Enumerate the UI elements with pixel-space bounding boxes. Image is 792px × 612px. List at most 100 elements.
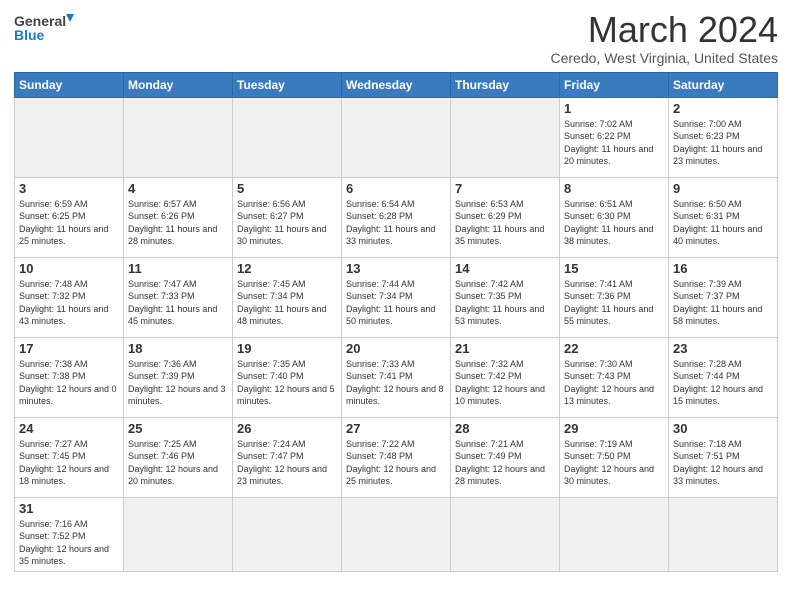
day-info: Sunrise: 7:22 AM Sunset: 7:48 PM Dayligh…	[346, 438, 446, 488]
day-info: Sunrise: 6:54 AM Sunset: 6:28 PM Dayligh…	[346, 198, 446, 248]
day-number: 24	[19, 421, 119, 436]
calendar-cell-5-4	[451, 497, 560, 571]
day-number: 5	[237, 181, 337, 196]
day-number: 30	[673, 421, 773, 436]
calendar-cell-2-5: 15Sunrise: 7:41 AM Sunset: 7:36 PM Dayli…	[560, 257, 669, 337]
day-number: 21	[455, 341, 555, 356]
day-number: 9	[673, 181, 773, 196]
header-wednesday: Wednesday	[342, 72, 451, 97]
day-number: 26	[237, 421, 337, 436]
calendar-cell-0-2	[233, 97, 342, 177]
calendar-cell-3-1: 18 Sunrise: 7:36 AM Sunset: 7:39 PM Dayli…	[124, 337, 233, 417]
calendar-cell-5-0: 31 Sunrise: 7:16 AM Sunset: 7:52 PM Dayli…	[15, 497, 124, 571]
day-number: 16	[673, 261, 773, 276]
calendar-cell-3-2: 19Sunrise: 7:35 AM Sunset: 7:40 PM Dayli…	[233, 337, 342, 417]
title-block: March 2024 Ceredo, West Virginia, United…	[551, 10, 779, 66]
svg-text:Blue: Blue	[14, 27, 45, 43]
calendar-cell-1-6: 9 Sunrise: 6:50 AM Sunset: 6:31 PM Daylig…	[669, 177, 778, 257]
header-friday: Friday	[560, 72, 669, 97]
day-number: 20	[346, 341, 446, 356]
header-sunday: Sunday	[15, 72, 124, 97]
calendar-cell-3-0: 17 Sunrise: 7:38 AM Sunset: 7:38 PM Dayli…	[15, 337, 124, 417]
calendar-cell-2-6: 16 Sunrise: 7:39 AM Sunset: 7:37 PM Dayli…	[669, 257, 778, 337]
day-info: Sunrise: 6:51 AM Sunset: 6:30 PM Dayligh…	[564, 198, 664, 248]
calendar-cell-4-1: 25Sunrise: 7:25 AM Sunset: 7:46 PM Dayli…	[124, 417, 233, 497]
day-info: Sunrise: 6:57 AM Sunset: 6:26 PM Dayligh…	[128, 198, 228, 248]
calendar-cell-0-5: 1 Sunrise: 7:02 AM Sunset: 6:22 PM Daylig…	[560, 97, 669, 177]
day-number: 10	[19, 261, 119, 276]
calendar-cell-3-4: 21 Sunrise: 7:32 AM Sunset: 7:42 PM Dayli…	[451, 337, 560, 417]
day-number: 11	[128, 261, 228, 276]
calendar-cell-0-1	[124, 97, 233, 177]
day-info: Sunrise: 7:00 AM Sunset: 6:23 PM Dayligh…	[673, 118, 773, 168]
day-number: 1	[564, 101, 664, 116]
day-number: 22	[564, 341, 664, 356]
calendar-cell-5-5	[560, 497, 669, 571]
day-info: Sunrise: 7:02 AM Sunset: 6:22 PM Dayligh…	[564, 118, 664, 168]
calendar-cell-4-0: 24Sunrise: 7:27 AM Sunset: 7:45 PM Dayli…	[15, 417, 124, 497]
day-info: Sunrise: 7:38 AM Sunset: 7:38 PM Dayligh…	[19, 358, 119, 408]
calendar-cell-5-2	[233, 497, 342, 571]
day-number: 2	[673, 101, 773, 116]
day-number: 18	[128, 341, 228, 356]
day-number: 29	[564, 421, 664, 436]
day-info: Sunrise: 7:42 AM Sunset: 7:35 PM Dayligh…	[455, 278, 555, 328]
header-thursday: Thursday	[451, 72, 560, 97]
location: Ceredo, West Virginia, United States	[551, 50, 779, 66]
week-row-4: 24Sunrise: 7:27 AM Sunset: 7:45 PM Dayli…	[15, 417, 778, 497]
day-info: Sunrise: 7:45 AM Sunset: 7:34 PM Dayligh…	[237, 278, 337, 328]
day-info: Sunrise: 7:28 AM Sunset: 7:44 PM Dayligh…	[673, 358, 773, 408]
day-info: Sunrise: 7:39 AM Sunset: 7:37 PM Dayligh…	[673, 278, 773, 328]
calendar-cell-4-4: 28Sunrise: 7:21 AM Sunset: 7:49 PM Dayli…	[451, 417, 560, 497]
day-info: Sunrise: 6:59 AM Sunset: 6:25 PM Dayligh…	[19, 198, 119, 248]
calendar-cell-2-1: 11Sunrise: 7:47 AM Sunset: 7:33 PM Dayli…	[124, 257, 233, 337]
calendar-cell-1-1: 4 Sunrise: 6:57 AM Sunset: 6:26 PM Daylig…	[124, 177, 233, 257]
day-number: 3	[19, 181, 119, 196]
header-saturday: Saturday	[669, 72, 778, 97]
calendar-cell-4-5: 29 Sunrise: 7:19 AM Sunset: 7:50 PM Dayli…	[560, 417, 669, 497]
calendar-cell-4-2: 26 Sunrise: 7:24 AM Sunset: 7:47 PM Dayli…	[233, 417, 342, 497]
calendar-cell-1-2: 5 Sunrise: 6:56 AM Sunset: 6:27 PM Daylig…	[233, 177, 342, 257]
day-info: Sunrise: 7:48 AM Sunset: 7:32 PM Dayligh…	[19, 278, 119, 328]
day-info: Sunrise: 7:30 AM Sunset: 7:43 PM Dayligh…	[564, 358, 664, 408]
day-info: Sunrise: 7:32 AM Sunset: 7:42 PM Dayligh…	[455, 358, 555, 408]
day-info: Sunrise: 7:16 AM Sunset: 7:52 PM Dayligh…	[19, 518, 119, 568]
day-info: Sunrise: 7:44 AM Sunset: 7:34 PM Dayligh…	[346, 278, 446, 328]
logo: General Blue	[14, 10, 74, 46]
page: General Blue March 2024 Ceredo, West Vir…	[0, 0, 792, 612]
week-row-0: 1 Sunrise: 7:02 AM Sunset: 6:22 PM Daylig…	[15, 97, 778, 177]
calendar-cell-2-4: 14Sunrise: 7:42 AM Sunset: 7:35 PM Dayli…	[451, 257, 560, 337]
day-number: 8	[564, 181, 664, 196]
header-monday: Monday	[124, 72, 233, 97]
day-info: Sunrise: 6:53 AM Sunset: 6:29 PM Dayligh…	[455, 198, 555, 248]
day-number: 4	[128, 181, 228, 196]
day-number: 17	[19, 341, 119, 356]
calendar-cell-0-6: 2 Sunrise: 7:00 AM Sunset: 6:23 PM Daylig…	[669, 97, 778, 177]
day-number: 31	[19, 501, 119, 516]
calendar-header-row: SundayMondayTuesdayWednesdayThursdayFrid…	[15, 72, 778, 97]
calendar-cell-5-6	[669, 497, 778, 571]
day-info: Sunrise: 7:36 AM Sunset: 7:39 PM Dayligh…	[128, 358, 228, 408]
month-title: March 2024	[551, 10, 779, 50]
day-info: Sunrise: 6:50 AM Sunset: 6:31 PM Dayligh…	[673, 198, 773, 248]
calendar-cell-1-0: 3 Sunrise: 6:59 AM Sunset: 6:25 PM Daylig…	[15, 177, 124, 257]
calendar-cell-4-6: 30 Sunrise: 7:18 AM Sunset: 7:51 PM Dayli…	[669, 417, 778, 497]
calendar-cell-1-5: 8 Sunrise: 6:51 AM Sunset: 6:30 PM Daylig…	[560, 177, 669, 257]
week-row-5: 31 Sunrise: 7:16 AM Sunset: 7:52 PM Dayli…	[15, 497, 778, 571]
calendar-cell-0-4	[451, 97, 560, 177]
header-tuesday: Tuesday	[233, 72, 342, 97]
day-number: 27	[346, 421, 446, 436]
day-number: 19	[237, 341, 337, 356]
week-row-2: 10 Sunrise: 7:48 AM Sunset: 7:32 PM Dayli…	[15, 257, 778, 337]
header: General Blue March 2024 Ceredo, West Vir…	[14, 10, 778, 66]
day-number: 7	[455, 181, 555, 196]
day-info: Sunrise: 7:24 AM Sunset: 7:47 PM Dayligh…	[237, 438, 337, 488]
day-info: Sunrise: 7:19 AM Sunset: 7:50 PM Dayligh…	[564, 438, 664, 488]
day-info: Sunrise: 7:18 AM Sunset: 7:51 PM Dayligh…	[673, 438, 773, 488]
calendar-table: SundayMondayTuesdayWednesdayThursdayFrid…	[14, 72, 778, 572]
day-info: Sunrise: 6:56 AM Sunset: 6:27 PM Dayligh…	[237, 198, 337, 248]
day-info: Sunrise: 7:21 AM Sunset: 7:49 PM Dayligh…	[455, 438, 555, 488]
calendar-cell-3-5: 22 Sunrise: 7:30 AM Sunset: 7:43 PM Dayli…	[560, 337, 669, 417]
week-row-3: 17 Sunrise: 7:38 AM Sunset: 7:38 PM Dayli…	[15, 337, 778, 417]
calendar-cell-5-3	[342, 497, 451, 571]
